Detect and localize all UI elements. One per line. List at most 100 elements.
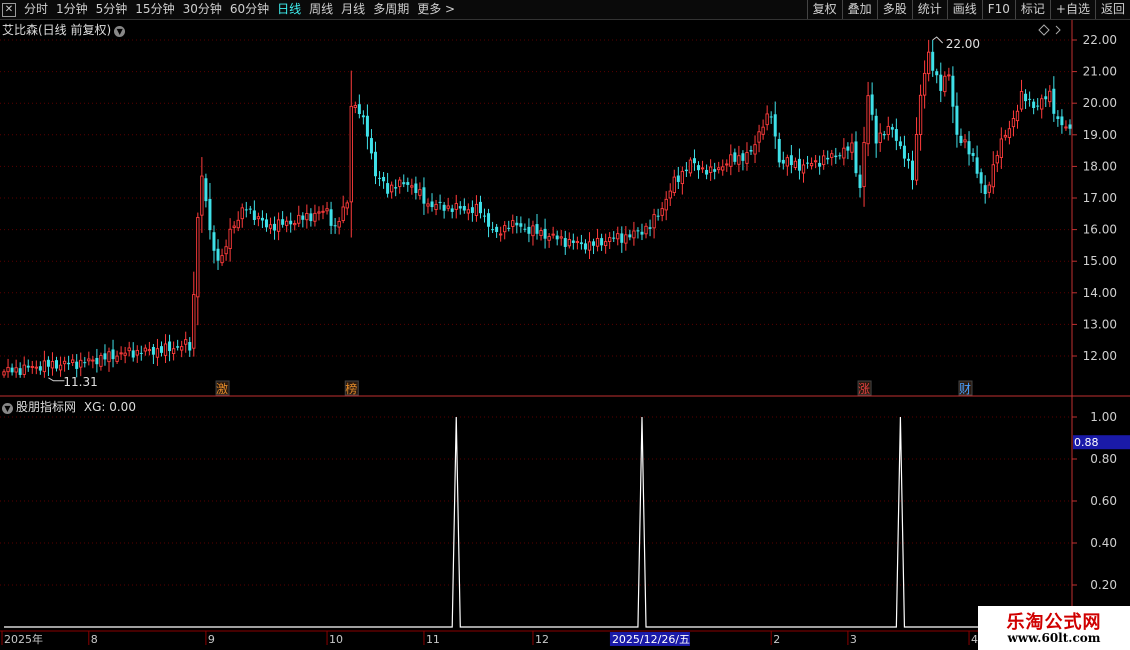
candle-body bbox=[583, 243, 587, 250]
indicator-tick-label: 1.00 bbox=[1090, 410, 1117, 424]
candle-body bbox=[664, 198, 668, 211]
price-tick-label: 14.00 bbox=[1083, 286, 1117, 300]
candle-body bbox=[878, 132, 882, 143]
candle-body bbox=[252, 210, 256, 220]
candle-body bbox=[301, 215, 305, 220]
candle-body bbox=[555, 235, 559, 240]
candle-body bbox=[652, 214, 656, 229]
candle-body bbox=[426, 203, 430, 207]
candle-body bbox=[2, 371, 6, 376]
candle-body bbox=[1028, 98, 1032, 100]
candle-body bbox=[636, 230, 640, 232]
candle-body bbox=[337, 220, 341, 228]
candle-body bbox=[192, 294, 196, 349]
indicator-tick-label: 0.40 bbox=[1090, 536, 1117, 550]
candle-body bbox=[264, 219, 268, 228]
candle-body bbox=[769, 116, 773, 118]
candle-body bbox=[612, 237, 616, 239]
candle-body bbox=[713, 169, 717, 172]
candle-body bbox=[103, 353, 107, 360]
candle-body bbox=[151, 346, 155, 355]
candle-body bbox=[95, 357, 99, 365]
candle-body bbox=[357, 104, 361, 115]
candle-body bbox=[204, 178, 208, 202]
candle-body bbox=[1052, 88, 1056, 114]
kline-chart[interactable]: 12.00 13.00 14.00 15.00 16.00 17.00 18.00 19.00… bbox=[0, 0, 1130, 650]
candle-body bbox=[131, 350, 135, 358]
candle-body bbox=[672, 176, 676, 194]
candle-body bbox=[705, 169, 709, 175]
candle-body bbox=[244, 209, 248, 211]
xg-line-series bbox=[4, 416, 1070, 628]
candle-body bbox=[406, 182, 410, 185]
candle-body bbox=[813, 160, 818, 163]
candle-body bbox=[676, 175, 680, 182]
candle-body bbox=[1048, 90, 1052, 103]
candle-body bbox=[846, 146, 850, 151]
candle-body bbox=[365, 115, 369, 137]
date-label-0: 2025年 bbox=[4, 632, 43, 646]
candle-body bbox=[414, 183, 418, 194]
candle-body bbox=[369, 138, 373, 154]
candle-body bbox=[688, 159, 693, 174]
candle-body bbox=[717, 167, 721, 171]
date-label-2: 9 bbox=[208, 633, 215, 646]
candle-body bbox=[1019, 91, 1024, 110]
candle-body bbox=[289, 220, 293, 225]
candle-body bbox=[866, 95, 870, 145]
candle-body bbox=[200, 175, 204, 216]
candle-body bbox=[317, 211, 321, 214]
candle-body bbox=[822, 155, 826, 166]
candle-body bbox=[575, 241, 580, 243]
candle-body bbox=[341, 206, 345, 222]
candle-body bbox=[592, 241, 596, 246]
candle-body bbox=[180, 346, 184, 351]
price-tick-label: 20.00 bbox=[1083, 96, 1117, 110]
candle-body bbox=[911, 160, 915, 181]
candle-body bbox=[563, 238, 567, 247]
candle-body bbox=[293, 223, 297, 226]
candle-body bbox=[708, 166, 713, 173]
candle-body bbox=[483, 215, 487, 217]
candle-body bbox=[1036, 105, 1040, 107]
candle-body bbox=[10, 367, 14, 373]
diamond-icon[interactable] bbox=[1038, 24, 1061, 36]
candle-body bbox=[809, 163, 814, 167]
candle-body bbox=[123, 352, 127, 356]
candle-body bbox=[1011, 118, 1016, 128]
candle-body bbox=[680, 170, 685, 185]
candle-body bbox=[474, 203, 479, 216]
candle-body bbox=[830, 153, 834, 158]
candle-body bbox=[34, 366, 38, 369]
date-highlight-label: 2025/12/26/五 bbox=[612, 633, 690, 646]
candle-body bbox=[914, 134, 919, 181]
candle-body bbox=[603, 241, 608, 246]
candlestick-series bbox=[2, 40, 1072, 378]
date-label-4: 11 bbox=[426, 633, 440, 646]
candle-body bbox=[499, 233, 503, 236]
candle-body bbox=[30, 366, 34, 368]
candle-body bbox=[184, 339, 188, 345]
candle-body bbox=[773, 114, 777, 137]
candle-body bbox=[422, 187, 426, 204]
candle-body bbox=[240, 207, 244, 220]
candle-body bbox=[761, 126, 765, 135]
main-gridlines bbox=[0, 39, 1072, 357]
diamond-shape bbox=[1038, 24, 1050, 36]
candle-body bbox=[632, 230, 636, 239]
candle-body bbox=[1003, 134, 1008, 138]
date-label-1: 8 bbox=[91, 633, 98, 646]
candle-body bbox=[495, 226, 499, 233]
date-label-7: 3 bbox=[850, 633, 857, 646]
candle-body bbox=[700, 167, 705, 170]
candle-body bbox=[466, 209, 471, 214]
candle-body bbox=[236, 219, 240, 229]
candle-body bbox=[951, 75, 955, 107]
candle-body bbox=[458, 206, 462, 209]
candle-body bbox=[281, 219, 285, 225]
date-label-6: 2 bbox=[773, 633, 780, 646]
candle-body bbox=[87, 358, 91, 362]
candle-body bbox=[898, 141, 902, 147]
candle-body bbox=[729, 154, 733, 167]
candle-body bbox=[931, 51, 935, 71]
